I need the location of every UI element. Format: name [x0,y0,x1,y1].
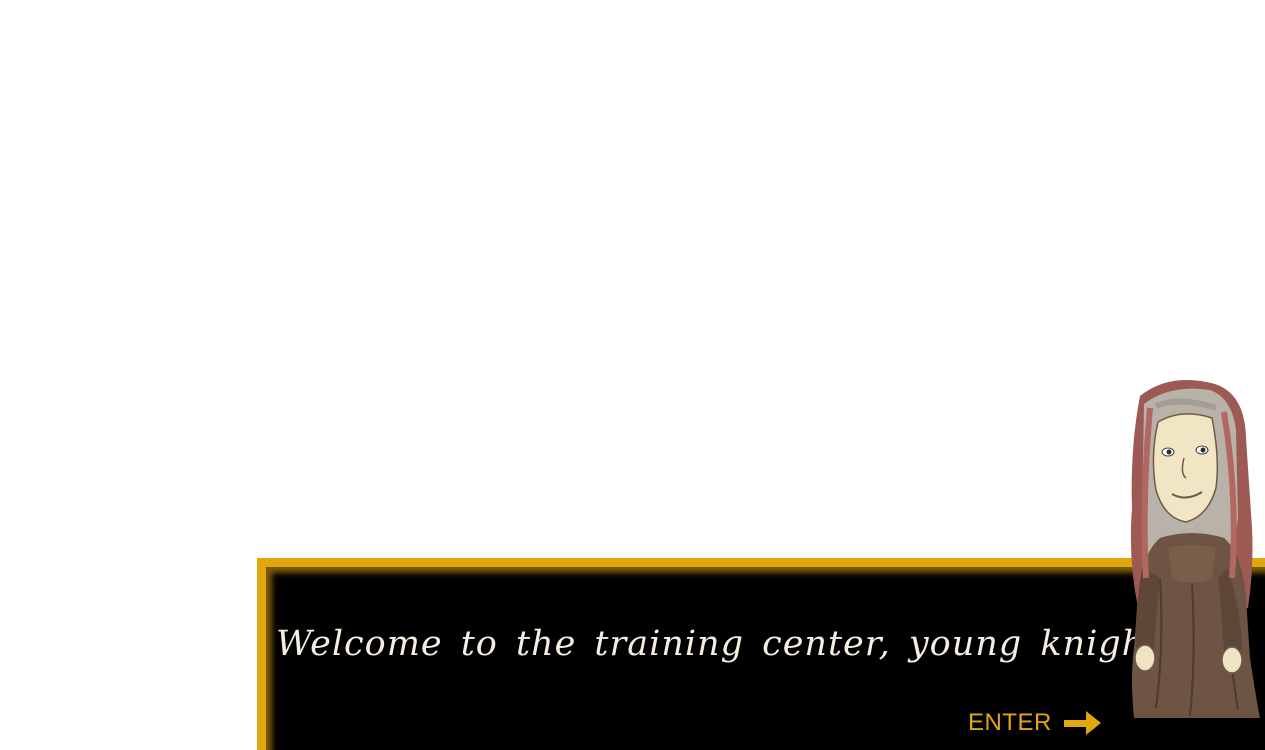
welcome-message: Welcome to the training center, young kn… [276,624,1173,664]
enter-button[interactable]: ENTER [968,706,1102,740]
arrow-right-icon [1063,711,1101,735]
enter-label: ENTER [968,709,1052,736]
mentor-character [1130,380,1260,718]
